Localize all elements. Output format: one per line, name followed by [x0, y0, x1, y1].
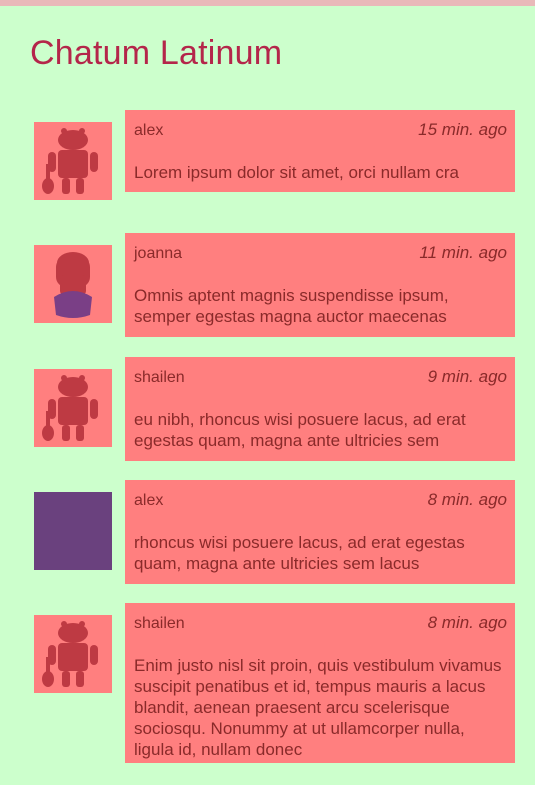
- message-text: Omnis aptent magnis suspendisse ipsum, s…: [134, 286, 449, 326]
- message-timestamp: 8 min. ago: [427, 613, 507, 632]
- message-text: Enim justo nisl sit proin, quis vestibul…: [134, 656, 502, 759]
- message-bubble[interactable]: joanna 11 min. ago Omnis aptent magnis s…: [125, 233, 515, 337]
- message-username: shailen: [134, 615, 185, 632]
- message-text: eu nibh, rhoncus wisi posuere lacus, ad …: [134, 410, 466, 450]
- purple-square-avatar[interactable]: [34, 492, 112, 570]
- message-bubble[interactable]: shailen 9 min. ago eu nibh, rhoncus wisi…: [125, 357, 515, 461]
- message-username: alex: [134, 122, 164, 139]
- android-guitar-avatar[interactable]: [34, 369, 112, 447]
- message-text: rhoncus wisi posuere lacus, ad erat eges…: [134, 533, 465, 573]
- message-timestamp: 11 min. ago: [419, 243, 507, 262]
- message-bubble[interactable]: shailen 8 min. ago Enim justo nisl sit p…: [125, 603, 515, 763]
- message-username: alex: [134, 492, 164, 509]
- message-timestamp: 9 min. ago: [427, 367, 507, 386]
- android-guitar-avatar[interactable]: [34, 122, 112, 200]
- message-timestamp: 8 min. ago: [427, 490, 507, 509]
- message-bubble[interactable]: alex 15 min. ago Lorem ipsum dolor sit a…: [125, 110, 515, 192]
- chat-message-list[interactable]: alex 15 min. ago Lorem ipsum dolor sit a…: [0, 0, 535, 785]
- message-bubble[interactable]: alex 8 min. ago rhoncus wisi posuere lac…: [125, 480, 515, 584]
- message-username: shailen: [134, 369, 185, 386]
- android-guitar-avatar[interactable]: [34, 615, 112, 693]
- message-timestamp: 15 min. ago: [418, 120, 507, 139]
- message-username: joanna: [134, 245, 183, 262]
- message-text: Lorem ipsum dolor sit amet, orci nullam …: [134, 163, 460, 182]
- android-girl-avatar[interactable]: [34, 245, 112, 323]
